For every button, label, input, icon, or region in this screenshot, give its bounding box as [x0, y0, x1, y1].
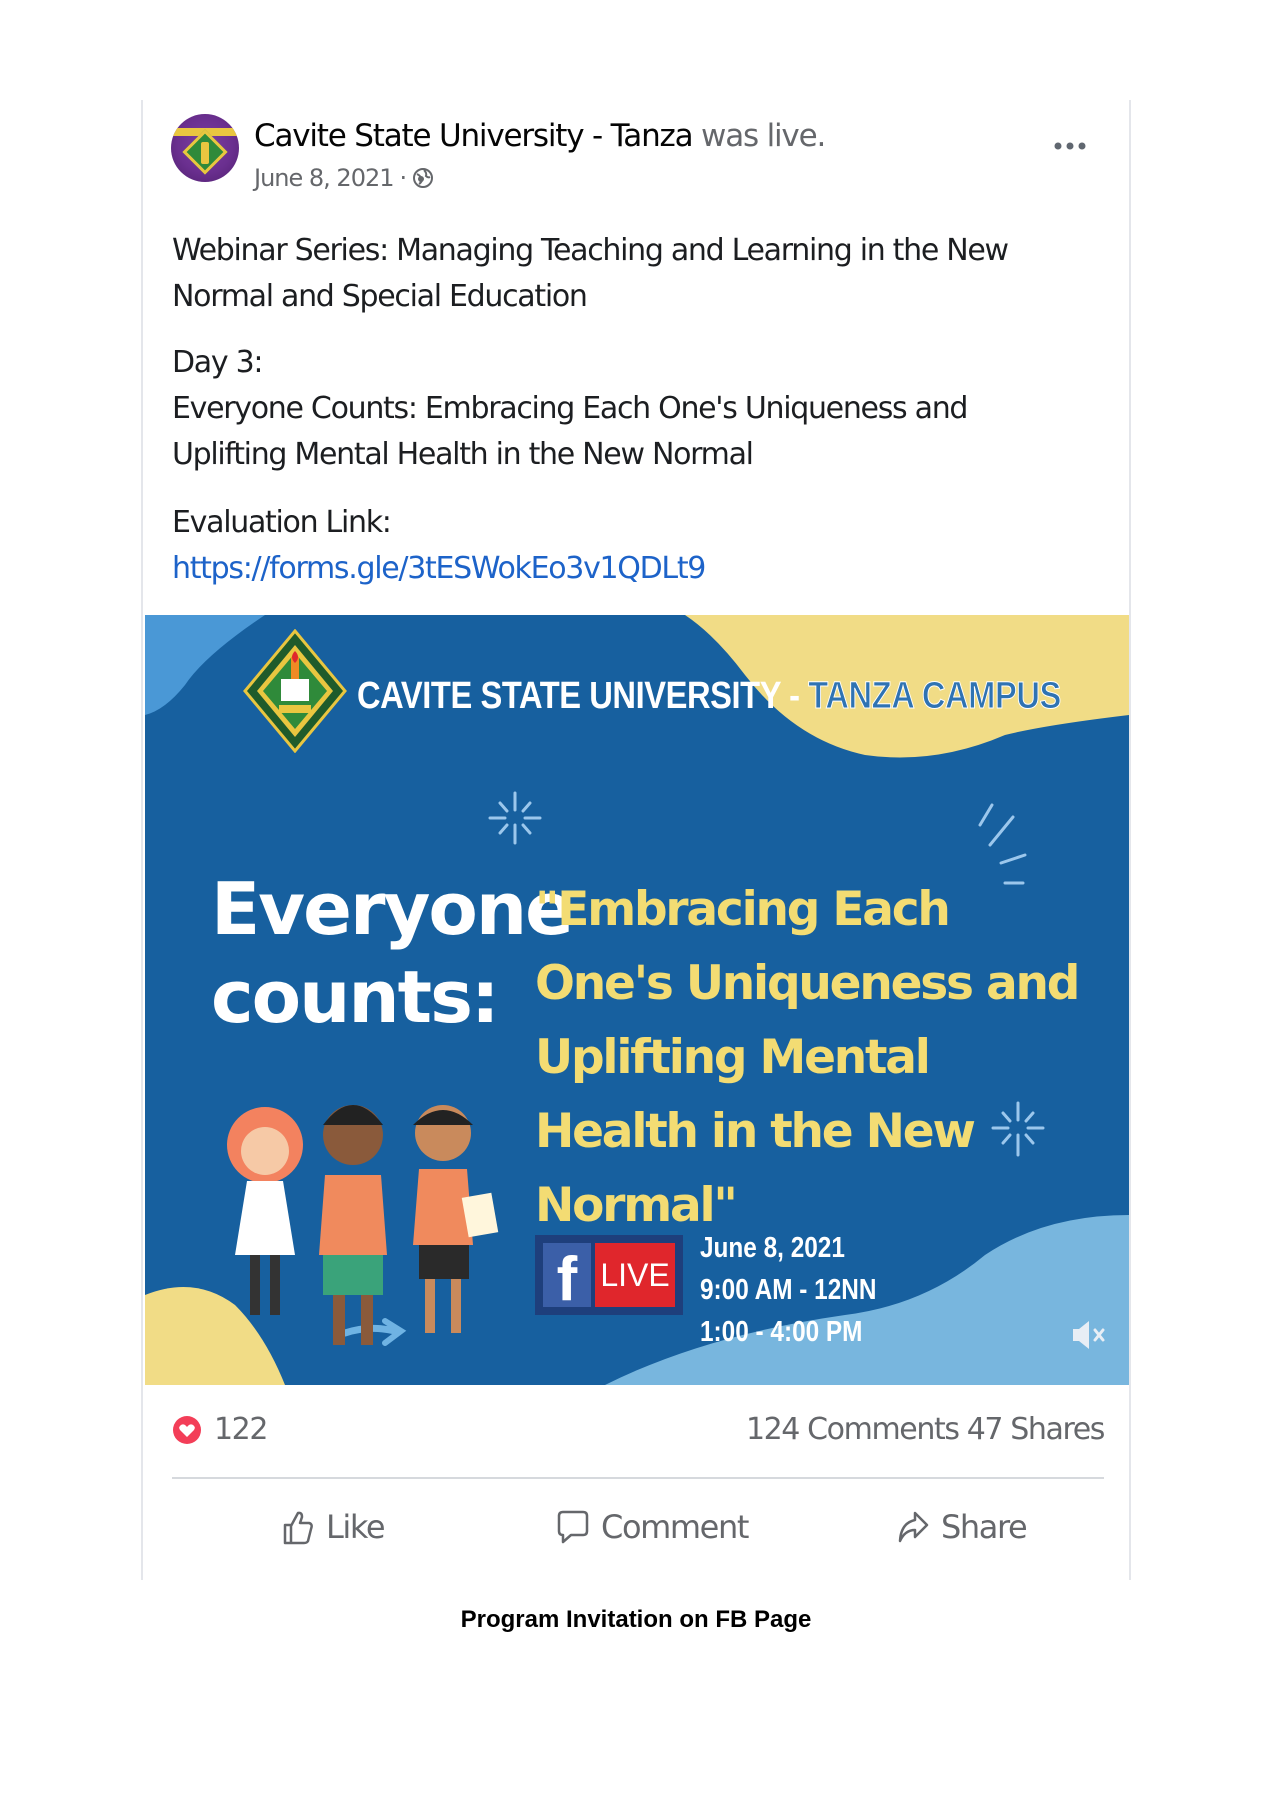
heart-reaction-icon[interactable]	[172, 1415, 202, 1445]
comment-bubble-icon	[557, 1510, 589, 1544]
share-count[interactable]: 47 Shares	[967, 1412, 1106, 1447]
comment-count[interactable]: 124 Comments	[746, 1412, 960, 1447]
more-options-icon[interactable]	[1053, 138, 1087, 154]
figure-caption: Program Invitation on FB Page	[460, 1606, 812, 1633]
live-video-banner[interactable]: CAVITE STATE UNIVERSITY - TANZA CAMPUS E…	[145, 615, 1129, 1385]
engagement-stats: 122 124 Comments 47 Shares	[172, 1412, 1106, 1452]
actions-divider	[172, 1477, 1104, 1479]
meta-separator: ·	[399, 164, 408, 192]
evaluation-link[interactable]: https://forms.gle/3tESWokEo3v1QDLt9	[172, 546, 1072, 592]
children-illustration	[227, 1105, 499, 1345]
comment-button[interactable]: Comment	[557, 1492, 749, 1562]
facebook-post: Cavite State University - Tanza was live…	[141, 100, 1131, 1580]
page-name-link[interactable]: Cavite State University - Tanza	[254, 118, 694, 154]
page-avatar[interactable]	[171, 114, 239, 182]
post-actions: Like Comment Share	[172, 1492, 1104, 1562]
evaluation-label: Evaluation Link:	[172, 505, 392, 540]
facebook-live-badge: f LIVE	[535, 1235, 683, 1315]
comment-label: Comment	[601, 1508, 749, 1546]
banner-title-university: CAVITE STATE UNIVERSITY -	[357, 675, 809, 717]
event-time-morning: 9:00 AM - 12NN	[700, 1274, 877, 1306]
banner-headline: Everyone counts:	[211, 865, 574, 1041]
thumbs-up-icon	[283, 1511, 313, 1545]
event-date: June 8, 2021	[700, 1232, 845, 1264]
post-text-topic-line1: Everyone Counts: Embracing Each One's Un…	[172, 391, 968, 426]
banner-headline-line1: Everyone	[211, 867, 574, 951]
banner-headline-line2: counts:	[211, 955, 500, 1039]
live-label: LIVE	[595, 1243, 675, 1307]
banner-quote: "Embracing Each One's Uniqueness and Upl…	[535, 882, 1080, 1233]
post-text-title: Webinar Series: Managing Teaching and Le…	[172, 233, 1009, 314]
post-text-topic: Day 3: Everyone Counts: Embracing Each O…	[172, 340, 1072, 478]
share-button[interactable]: Share	[897, 1492, 1028, 1562]
volume-muted-icon[interactable]	[1069, 1315, 1109, 1355]
share-label: Share	[941, 1508, 1028, 1546]
banner-title: CAVITE STATE UNIVERSITY - TANZA CAMPUS	[357, 675, 1062, 718]
facebook-logo: f	[543, 1243, 591, 1314]
post-header: Cavite State University - Tanza was live…	[254, 118, 826, 154]
globe-icon	[413, 168, 434, 188]
banner-title-campus: TANZA CAMPUS	[808, 675, 1062, 718]
university-logo	[243, 629, 347, 753]
post-activity: was live.	[701, 118, 826, 154]
post-text-evaluation: Evaluation Link: https://forms.gle/3tESW…	[172, 500, 1072, 592]
like-button[interactable]: Like	[282, 1492, 386, 1562]
post-date[interactable]: June 8, 2021	[254, 164, 394, 192]
event-time-afternoon: 1:00 - 4:00 PM	[700, 1316, 863, 1348]
share-arrow-icon	[898, 1511, 929, 1543]
post-meta: June 8, 2021 ·	[254, 164, 434, 192]
post-text-day: Day 3:	[172, 345, 263, 380]
reaction-count[interactable]: 122	[214, 1412, 268, 1447]
post-text-topic-line2: Uplifting Mental Health in the New Norma…	[172, 437, 754, 472]
event-schedule: June 8, 2021 9:00 AM - 12NN 1:00 - 4:00 …	[700, 1227, 876, 1353]
like-label: Like	[326, 1508, 386, 1546]
